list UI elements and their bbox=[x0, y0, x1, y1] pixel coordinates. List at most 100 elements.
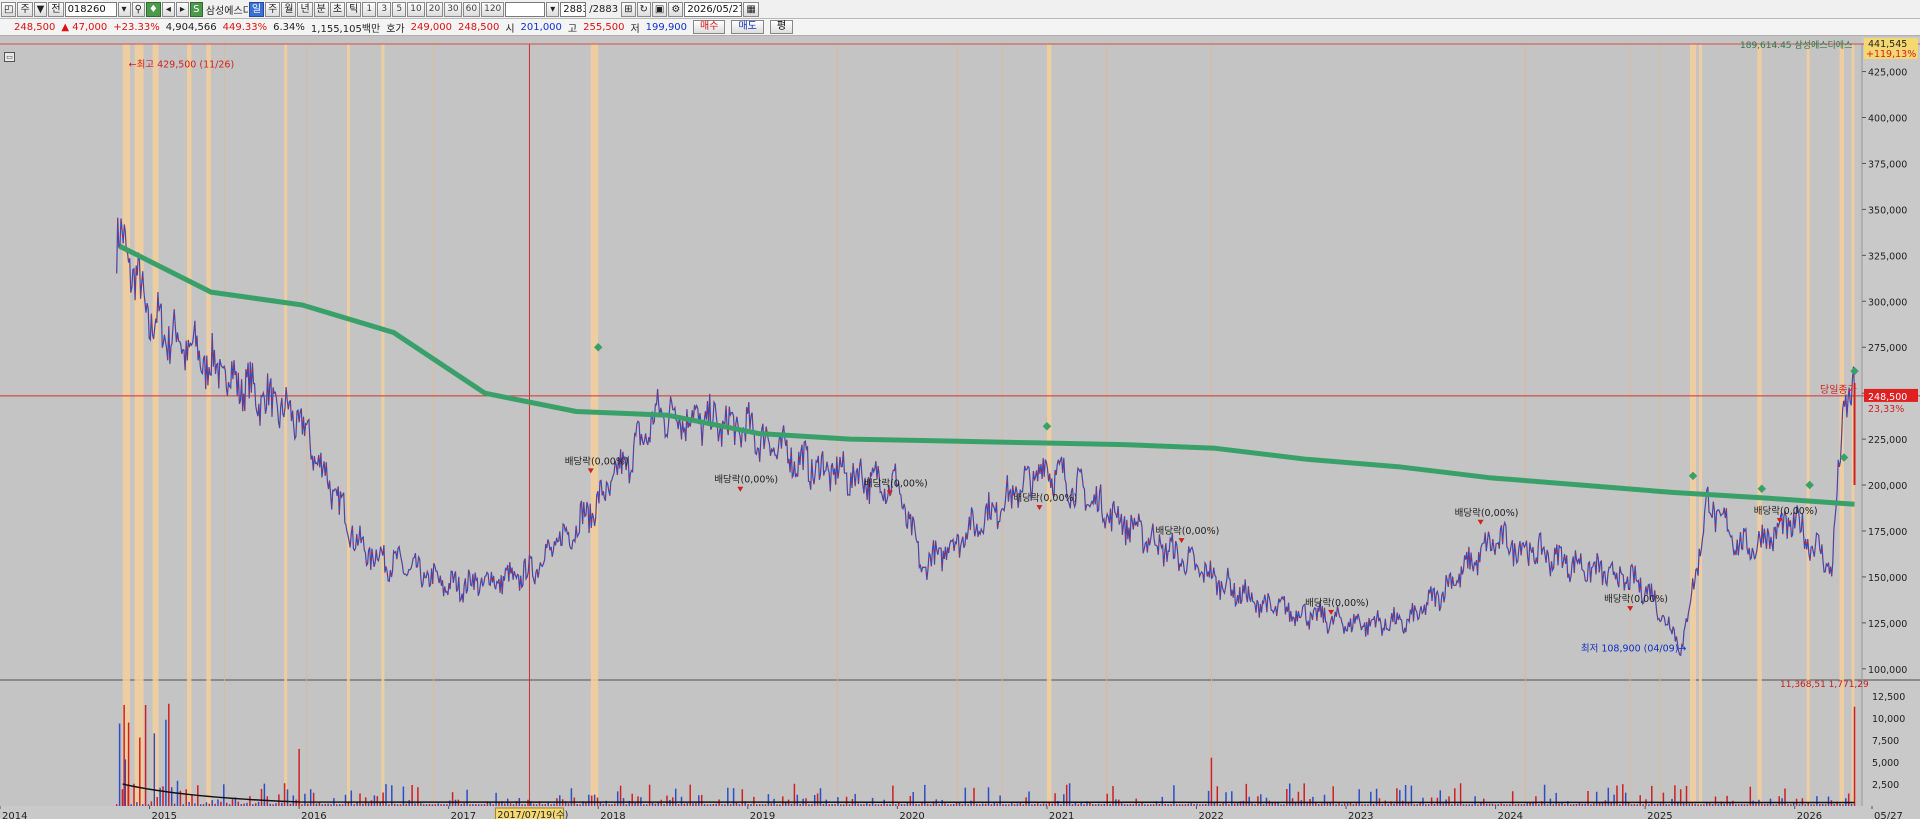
flat-button[interactable]: 평 bbox=[769, 20, 794, 34]
data-count-total: /2883 bbox=[589, 3, 619, 15]
event-band-2 bbox=[152, 44, 159, 806]
high-annotation: ←최고 429,500 (11/26) bbox=[129, 59, 235, 70]
y-tick-12: 125,000 bbox=[1868, 619, 1907, 630]
interval-20[interactable]: 20 bbox=[425, 1, 444, 17]
top-pct: +119,13% bbox=[1866, 49, 1916, 60]
hts-chart-window: ◰ 주 ▼ 전 018260 ▾ ⚲ ♦ ◂ ▸ S 삼성에스디 일 주 월 년… bbox=[0, 0, 1920, 819]
volume: 4,904,566 bbox=[165, 21, 217, 33]
buy-button[interactable]: 매수 bbox=[693, 20, 726, 34]
tab-second[interactable]: 초 bbox=[329, 1, 346, 17]
quote-bar: 248,500 ▲ 47,000 +23.33% 4,904,566 449.3… bbox=[0, 19, 1920, 36]
refresh-icon[interactable]: ↻ bbox=[636, 1, 651, 17]
dividend-annotation-5: 배당락(0,00%) bbox=[1305, 597, 1369, 609]
high-price: 255,500 bbox=[583, 21, 625, 33]
search-icon[interactable]: ⚲ bbox=[131, 1, 145, 17]
dividend-annotation-1: 배당락(0,00%) bbox=[714, 474, 778, 486]
x-tick-9: 2023 bbox=[1348, 811, 1373, 819]
event-band-13 bbox=[1806, 44, 1810, 806]
current-pct-tag: 23,33% bbox=[1868, 404, 1904, 415]
gear-icon[interactable]: ⚙ bbox=[668, 1, 684, 17]
y-tick-5: 300,000 bbox=[1868, 297, 1907, 308]
next-stock-icon[interactable]: ▸ bbox=[175, 1, 189, 17]
event-band-1 bbox=[134, 44, 144, 806]
sell-button[interactable]: 매도 bbox=[731, 20, 764, 34]
tab-tick[interactable]: 틱 bbox=[346, 1, 362, 17]
event-band-4 bbox=[206, 44, 211, 806]
open-price: 201,000 bbox=[520, 21, 562, 33]
x-tick-13: 05/27 bbox=[1874, 811, 1903, 819]
price-chart[interactable]: 425,000 400,000 375,000 350,000 325,000 300,0… bbox=[0, 37, 1920, 819]
volume-tick-4: 2,500 bbox=[1872, 780, 1899, 791]
x-tick-6: 2020 bbox=[899, 811, 924, 819]
favorite-icon[interactable]: ♦ bbox=[145, 1, 161, 17]
price-pane bbox=[0, 44, 1862, 678]
dividend-annotation-6: 배당락(0,00%) bbox=[1455, 507, 1519, 519]
stock-type-button[interactable]: 주 bbox=[17, 1, 33, 17]
zoom-icon[interactable]: ⊞ bbox=[621, 1, 636, 17]
tab-monthly[interactable]: 월 bbox=[281, 1, 297, 17]
previous-stock-icon[interactable]: ◂ bbox=[161, 1, 175, 17]
stock-name: 삼성에스디 bbox=[205, 5, 248, 17]
volume-legend: 11,368,51 1,771,29 bbox=[1780, 680, 1869, 690]
chart-expand-icon[interactable]: ▭ bbox=[4, 52, 15, 62]
y-tick-10: 175,000 bbox=[1868, 527, 1907, 538]
dividend-annotation-2: 배당락(0,00%) bbox=[864, 477, 928, 489]
y-tick-6: 275,000 bbox=[1868, 343, 1907, 354]
custom-interval-input[interactable] bbox=[505, 1, 546, 17]
x-axis-pane bbox=[0, 806, 1920, 819]
interval-5[interactable]: 5 bbox=[392, 1, 407, 17]
dividend-annotation-7: 배당락(0,00%) bbox=[1604, 593, 1668, 605]
tab-minute[interactable]: 분 bbox=[313, 1, 329, 17]
stock-code-input[interactable]: 018260 bbox=[64, 1, 117, 17]
tab-yearly[interactable]: 년 bbox=[297, 1, 313, 17]
low-annotation: 최저 108,900 (04/09)→ bbox=[1581, 644, 1687, 655]
ma-legend: 189,614.45 삼성에스디에스 bbox=[1740, 40, 1852, 51]
market-button[interactable]: 전 bbox=[48, 1, 64, 17]
chart-toolbar: ◰ 주 ▼ 전 018260 ▾ ⚲ ♦ ◂ ▸ S 삼성에스디 일 주 월 년… bbox=[0, 0, 1920, 19]
interval-60[interactable]: 60 bbox=[462, 1, 481, 17]
x-tick-12: 2026 bbox=[1797, 811, 1822, 819]
event-band-5 bbox=[284, 44, 288, 806]
turnover: 6.34% bbox=[273, 21, 305, 33]
y-tick-4: 325,000 bbox=[1868, 251, 1907, 262]
crosshair-date: 2017/07/19(수) bbox=[497, 810, 568, 819]
event-band-7 bbox=[381, 44, 385, 806]
dropdown-chevron-icon[interactable]: ▼ bbox=[33, 1, 48, 17]
code-dropdown-icon[interactable]: ▾ bbox=[117, 1, 131, 17]
current-price: 248,500 bbox=[14, 21, 56, 33]
calendar-icon[interactable]: ▦ bbox=[743, 1, 759, 17]
layout-menu-button[interactable]: ◰ bbox=[1, 1, 17, 17]
y-tick-9: 200,000 bbox=[1868, 481, 1907, 492]
interval-30[interactable]: 30 bbox=[444, 1, 462, 17]
save-icon[interactable]: ▣ bbox=[651, 1, 668, 17]
x-tick-5: 2019 bbox=[750, 811, 775, 819]
date-input[interactable]: 2026/05/27 bbox=[684, 1, 743, 17]
tab-weekly[interactable]: 주 bbox=[265, 1, 281, 17]
y-tick-8: 225,000 bbox=[1868, 435, 1907, 446]
event-band-0 bbox=[122, 44, 131, 806]
y-tick-2: 375,000 bbox=[1868, 159, 1907, 170]
dividend-annotation-0: 배당락(0,00%) bbox=[565, 455, 629, 467]
interval-3[interactable]: 3 bbox=[377, 1, 392, 17]
dividend-annotation-8: 배당락(0,00%) bbox=[1754, 505, 1818, 517]
volume-tick-0: 12,500 bbox=[1872, 692, 1905, 703]
tab-daily[interactable]: 일 bbox=[248, 1, 265, 17]
y-tick-13: 100,000 bbox=[1868, 665, 1907, 676]
y-tick-11: 150,000 bbox=[1868, 573, 1907, 584]
event-band-11 bbox=[1698, 44, 1702, 806]
stock-badge-icon[interactable]: S bbox=[189, 1, 203, 17]
y-tick-3: 350,000 bbox=[1868, 205, 1907, 216]
event-band-10 bbox=[1690, 44, 1696, 806]
volume-tick-3: 5,000 bbox=[1872, 758, 1899, 769]
price-change-pct: +23.33% bbox=[113, 21, 160, 33]
volume-pane bbox=[0, 683, 1862, 806]
current-label: 당일종가 bbox=[1820, 384, 1857, 396]
x-tick-4: 2018 bbox=[600, 811, 625, 819]
interval-dropdown-icon[interactable]: ▾ bbox=[546, 1, 560, 17]
price-change: ▲ 47,000 bbox=[61, 21, 108, 33]
interval-10[interactable]: 10 bbox=[407, 1, 425, 17]
interval-1[interactable]: 1 bbox=[362, 1, 377, 17]
data-count-input[interactable]: 2883 bbox=[560, 1, 587, 17]
x-tick-8: 2022 bbox=[1198, 811, 1223, 819]
interval-120[interactable]: 120 bbox=[481, 1, 505, 17]
